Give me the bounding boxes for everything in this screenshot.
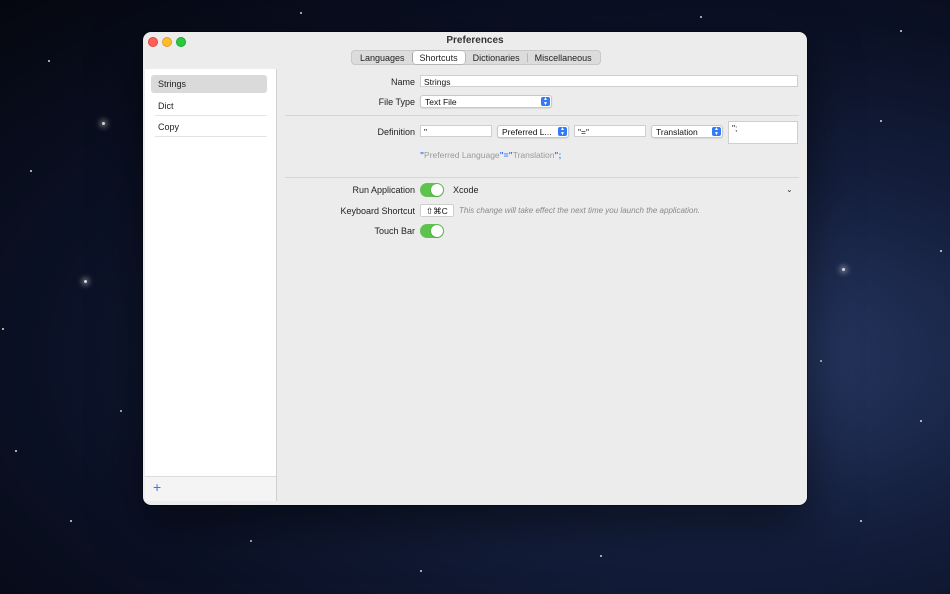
stepper-icon: ▲ ▼ bbox=[541, 97, 550, 106]
run-application-label: Run Application bbox=[352, 185, 415, 195]
toggle-knob bbox=[431, 225, 443, 237]
tab-shortcuts[interactable]: Shortcuts bbox=[412, 51, 465, 64]
file-type-value: Text File bbox=[425, 97, 457, 107]
list-divider bbox=[155, 115, 267, 116]
section-divider bbox=[285, 115, 799, 116]
definition-preview: "Preferred Language"="Translation"; bbox=[420, 150, 561, 160]
tab-languages[interactable]: Languages bbox=[353, 51, 412, 64]
tab-miscellaneous[interactable]: Miscellaneous bbox=[528, 51, 599, 64]
window-title: Preferences bbox=[446, 35, 504, 46]
chevron-down-icon[interactable]: ⌄ bbox=[786, 185, 793, 194]
file-type-popup[interactable]: Text File ▲ ▼ bbox=[420, 95, 552, 108]
definition-separator-field[interactable]: "=" bbox=[574, 125, 646, 137]
definition-prefix-field[interactable]: " bbox=[420, 125, 492, 137]
keyboard-shortcut-hint: This change will take effect the next ti… bbox=[459, 206, 701, 215]
sidebar-footer: + bbox=[145, 476, 276, 501]
file-type-label: File Type bbox=[378, 97, 415, 107]
preview-separator: "=" bbox=[499, 150, 513, 160]
plus-icon[interactable]: + bbox=[153, 480, 161, 494]
name-label: Name bbox=[390, 77, 415, 87]
tab-bar: Languages Shortcuts Dictionaries Miscell… bbox=[351, 50, 601, 65]
stepper-icon: ▲ ▼ bbox=[558, 127, 567, 136]
touch-bar-label: Touch Bar bbox=[374, 226, 415, 236]
definition-value-value: Translation bbox=[656, 127, 698, 137]
run-application-value[interactable]: Xcode bbox=[453, 185, 479, 195]
sidebar-item-dict[interactable]: Dict bbox=[151, 97, 267, 115]
definition-key-value: Preferred L... bbox=[502, 127, 552, 137]
preview-key: Preferred Language bbox=[424, 150, 500, 160]
sidebar-item-strings[interactable]: Strings bbox=[151, 75, 267, 93]
shortcut-editor: Name Strings File Type Text File ▲ ▼ Defi… bbox=[277, 69, 807, 505]
definition-label: Definition bbox=[377, 127, 415, 137]
definition-key-popup[interactable]: Preferred L... ▲ ▼ bbox=[497, 125, 569, 138]
list-divider bbox=[155, 136, 267, 137]
preview-value: Translation bbox=[512, 150, 555, 160]
definition-value-popup[interactable]: Translation ▲ ▼ bbox=[651, 125, 723, 138]
sidebar-item-copy[interactable]: Copy bbox=[151, 118, 267, 136]
name-field[interactable]: Strings bbox=[420, 75, 798, 87]
preferences-window: Preferences Languages Shortcuts Dictiona… bbox=[143, 32, 807, 505]
preview-suffix: "; bbox=[554, 150, 562, 160]
run-application-toggle[interactable] bbox=[420, 183, 444, 197]
toggle-knob bbox=[431, 184, 443, 196]
shortcut-list: Strings Dict Copy + bbox=[145, 69, 277, 501]
touch-bar-toggle[interactable] bbox=[420, 224, 444, 238]
keyboard-shortcut-label: Keyboard Shortcut bbox=[340, 206, 415, 216]
keyboard-shortcut-recorder[interactable]: ⇧⌘C bbox=[420, 204, 454, 217]
title-bar: Preferences Languages Shortcuts Dictiona… bbox=[143, 32, 807, 68]
stepper-icon: ▲ ▼ bbox=[712, 127, 721, 136]
section-divider bbox=[285, 177, 799, 178]
tab-dictionaries[interactable]: Dictionaries bbox=[466, 51, 527, 64]
definition-suffix-field[interactable]: "; bbox=[728, 121, 798, 144]
